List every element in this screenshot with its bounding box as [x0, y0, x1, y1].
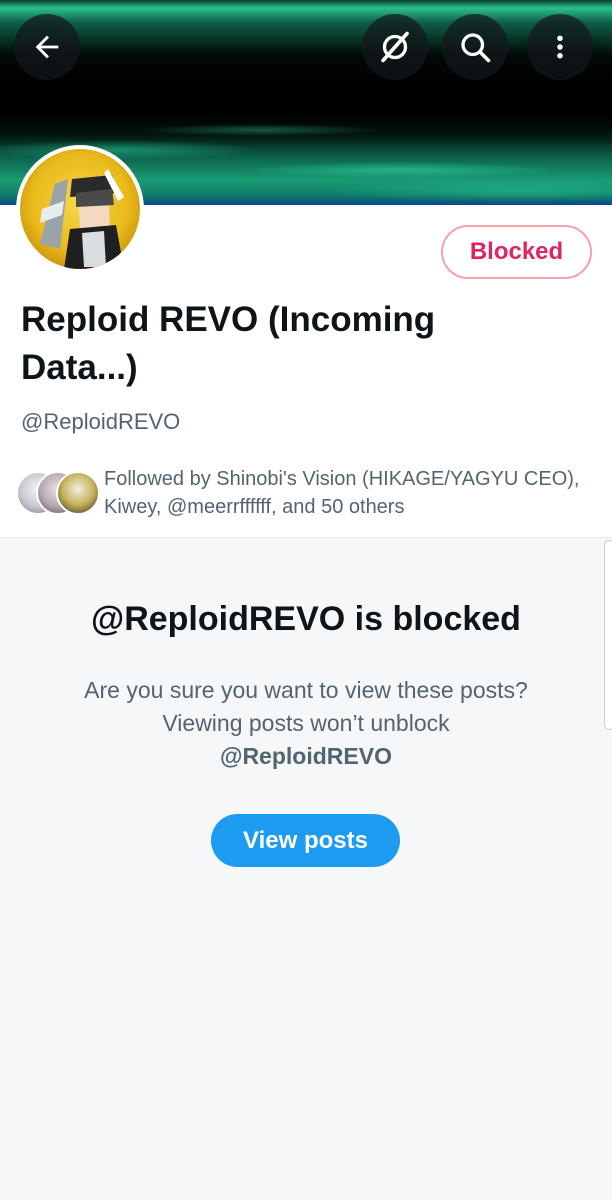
blocked-description-text: Are you sure you want to view these post…	[84, 677, 528, 736]
followed-by-row[interactable]: Followed by Shinobi's Vision (HIKAGE/YAG…	[16, 465, 596, 525]
follower-avatars	[16, 471, 100, 515]
no-signal-button[interactable]	[362, 14, 428, 80]
arrow-left-icon	[30, 30, 64, 64]
search-button[interactable]	[442, 14, 508, 80]
follower-avatar	[56, 471, 100, 515]
more-vertical-icon	[545, 32, 575, 62]
blocked-button[interactable]: Blocked	[441, 225, 592, 279]
display-name: Reploid REVO (Incoming Data...)	[21, 300, 436, 387]
avatar-image	[20, 149, 140, 269]
profile-avatar[interactable]	[16, 145, 144, 273]
back-button[interactable]	[14, 14, 80, 80]
more-options-button[interactable]	[527, 14, 593, 80]
profile-handle: @ReploidREVO	[21, 409, 181, 434]
scrollbar-handle[interactable]	[604, 540, 612, 730]
blocked-description: Are you sure you want to view these post…	[76, 674, 536, 773]
search-icon	[457, 29, 493, 65]
blocked-description-handle: @ReploidREVO	[220, 743, 392, 769]
blocked-title: @ReploidREVO is blocked	[91, 600, 521, 638]
view-posts-button[interactable]: View posts	[211, 814, 400, 867]
followed-by-text: Followed by Shinobi's Vision (HIKAGE/YAG…	[104, 468, 580, 518]
no-signal-icon	[377, 29, 413, 65]
